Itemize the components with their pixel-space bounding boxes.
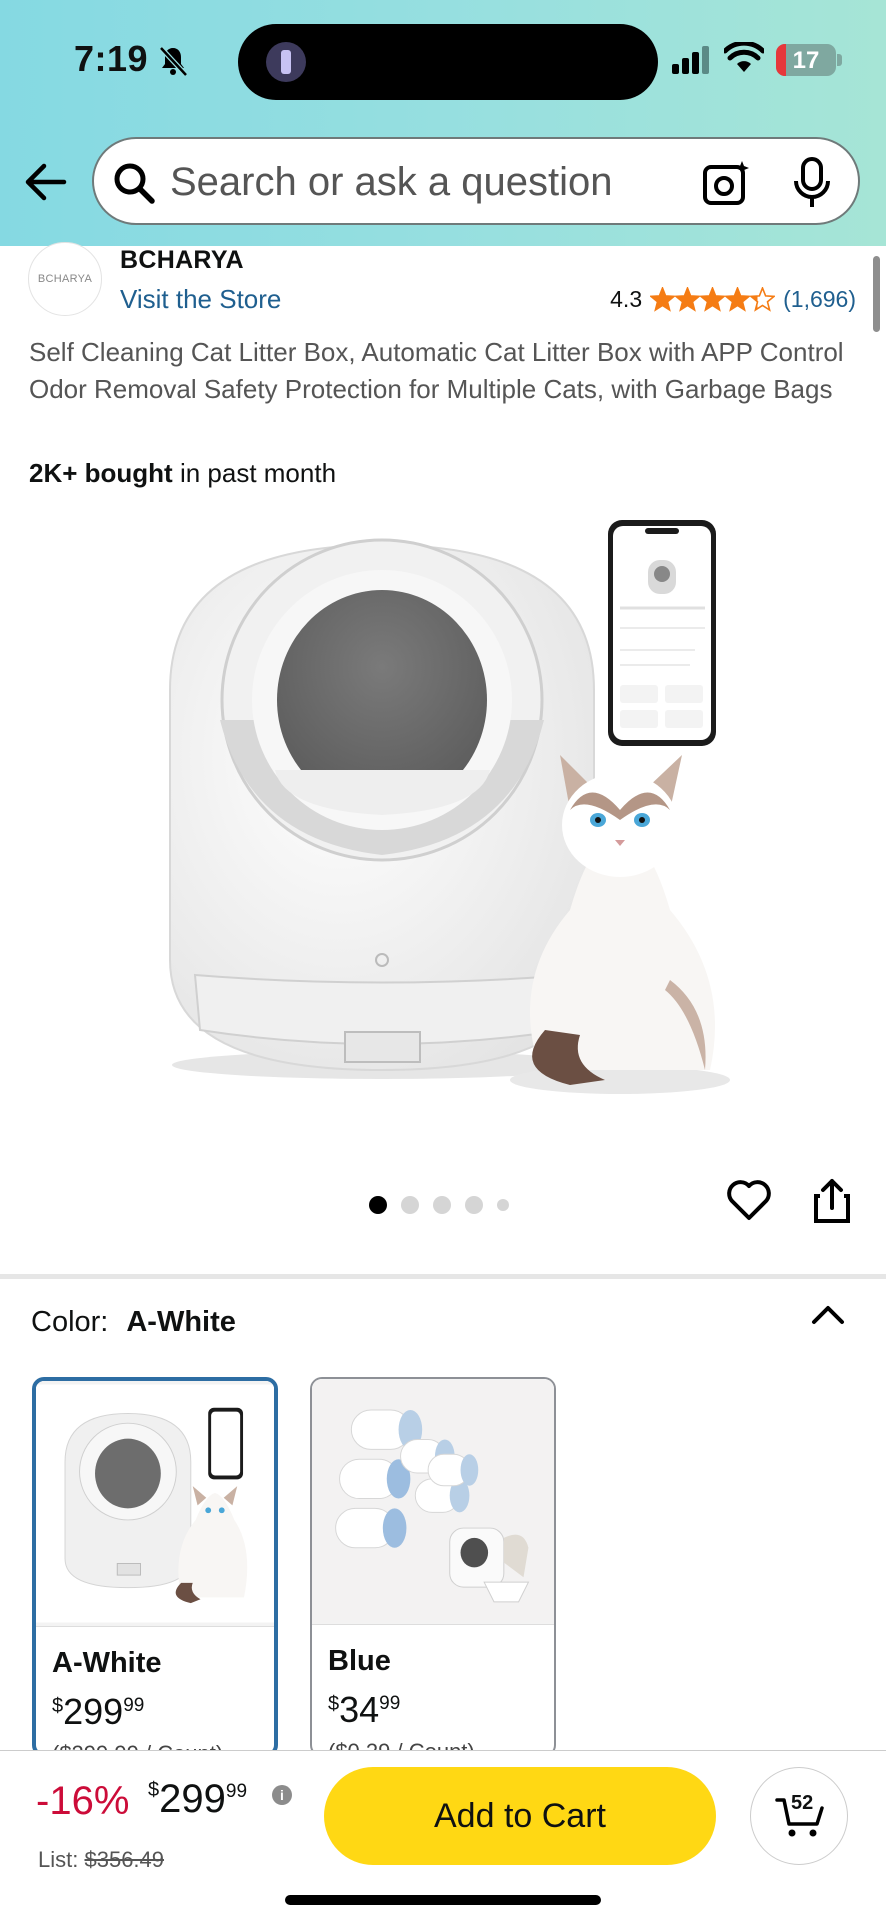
star-icon: [675, 287, 701, 312]
swatch-image-blue: [312, 1379, 554, 1625]
bought-count: 2K+ bought: [29, 458, 173, 488]
dynamic-island: [238, 24, 658, 100]
battery-tip: [837, 54, 842, 66]
color-swatch-a-white[interactable]: A-White $29999 ($299.99 / Count): [32, 1377, 278, 1757]
color-selector-header[interactable]: Color: A-White: [31, 1306, 236, 1339]
bell-muted-icon: [159, 46, 188, 77]
bought-in-past-month: 2K+ bought in past month: [29, 458, 336, 489]
star-icon: [650, 287, 676, 312]
search-input[interactable]: Search or ask a question: [170, 160, 612, 205]
star-icon: [750, 287, 776, 312]
discount-percent: -16%: [36, 1779, 130, 1823]
swatch-price-fraction: 99: [123, 1695, 145, 1716]
camera-lens-icon[interactable]: [702, 159, 750, 207]
search-icon: [114, 163, 155, 204]
swatch-image-a-white: [36, 1381, 274, 1627]
swatch-name: A-White: [52, 1647, 162, 1679]
cart-count: 52: [791, 1792, 814, 1814]
color-label: Color:: [31, 1306, 109, 1338]
top-header: 7:19 17 Search or ask a question: [0, 0, 886, 246]
current-price-fraction: 99: [225, 1781, 248, 1802]
microphone-icon[interactable]: [792, 157, 832, 209]
price-info-icon[interactable]: i: [272, 1785, 292, 1805]
swatch-price-currency: $: [328, 1693, 340, 1715]
swatch-price-whole: 299: [63, 1691, 124, 1732]
product-image[interactable]: [150, 510, 750, 1120]
status-bar: 7:19 17: [0, 0, 886, 120]
carousel-dot-4[interactable]: [465, 1196, 483, 1214]
rating-value: 4.3: [610, 286, 643, 312]
status-time: 7:19: [74, 38, 149, 79]
bought-suffix: in past month: [172, 458, 337, 488]
current-price-whole: 299: [159, 1777, 226, 1821]
swatch-price-whole: 34: [339, 1689, 380, 1730]
rating-count-link[interactable]: (1,696): [783, 286, 856, 313]
swatch-price-fraction: 99: [379, 1693, 401, 1714]
visit-store-link[interactable]: Visit the Store: [120, 284, 281, 315]
section-divider: [0, 1274, 886, 1279]
share-icon[interactable]: [812, 1178, 852, 1224]
wifi-icon: [724, 42, 764, 72]
color-swatch-blue[interactable]: Blue $3499 ($0.29 / Count): [310, 1377, 556, 1757]
carousel-dot-2[interactable]: [401, 1196, 419, 1214]
signal-icon: [672, 46, 709, 74]
product-title: Self Cleaning Cat Litter Box, Automatic …: [29, 337, 844, 404]
flashlight-icon: [266, 42, 306, 82]
search-bar[interactable]: Search or ask a question: [92, 137, 860, 225]
scrollbar-thumb[interactable]: [873, 256, 880, 332]
cart-button[interactable]: 52: [750, 1767, 848, 1865]
back-arrow-icon[interactable]: [22, 162, 68, 202]
brand-logo[interactable]: BCHARYA: [28, 242, 102, 316]
current-price: $29999: [148, 1777, 247, 1822]
star-rating: [650, 287, 776, 312]
battery-indicator: 17: [776, 44, 836, 76]
swatch-name: Blue: [328, 1645, 391, 1677]
chevron-up-icon[interactable]: [810, 1302, 846, 1326]
buy-box-bar: -16% $29999 i List: $356.49 Add to Cart …: [0, 1750, 886, 1920]
carousel-dot-5[interactable]: [497, 1199, 509, 1211]
carousel-dot-1[interactable]: [369, 1196, 387, 1214]
list-price-value: $356.49: [84, 1847, 165, 1872]
carousel-dot-3[interactable]: [433, 1196, 451, 1214]
swatch-price-currency: $: [52, 1695, 64, 1717]
brand-name: BCHARYA: [120, 246, 244, 274]
list-price: List: $356.49: [38, 1847, 164, 1873]
current-price-currency: $: [148, 1779, 160, 1801]
rating-summary[interactable]: 4.3 (1,696): [610, 286, 856, 313]
battery-level: 17: [792, 47, 820, 74]
add-to-cart-button[interactable]: Add to Cart: [324, 1767, 716, 1865]
home-indicator[interactable]: [285, 1895, 601, 1905]
image-carousel-dots[interactable]: [369, 1196, 509, 1214]
swatch-price: $29999: [52, 1691, 144, 1733]
list-price-label: List:: [38, 1847, 79, 1872]
star-icon: [725, 287, 751, 312]
brand-logo-text: BCHARYA: [37, 273, 93, 285]
heart-icon[interactable]: [726, 1178, 772, 1222]
star-icon: [700, 287, 726, 312]
swatch-price: $3499: [328, 1689, 400, 1731]
color-value: A-White: [126, 1306, 236, 1338]
